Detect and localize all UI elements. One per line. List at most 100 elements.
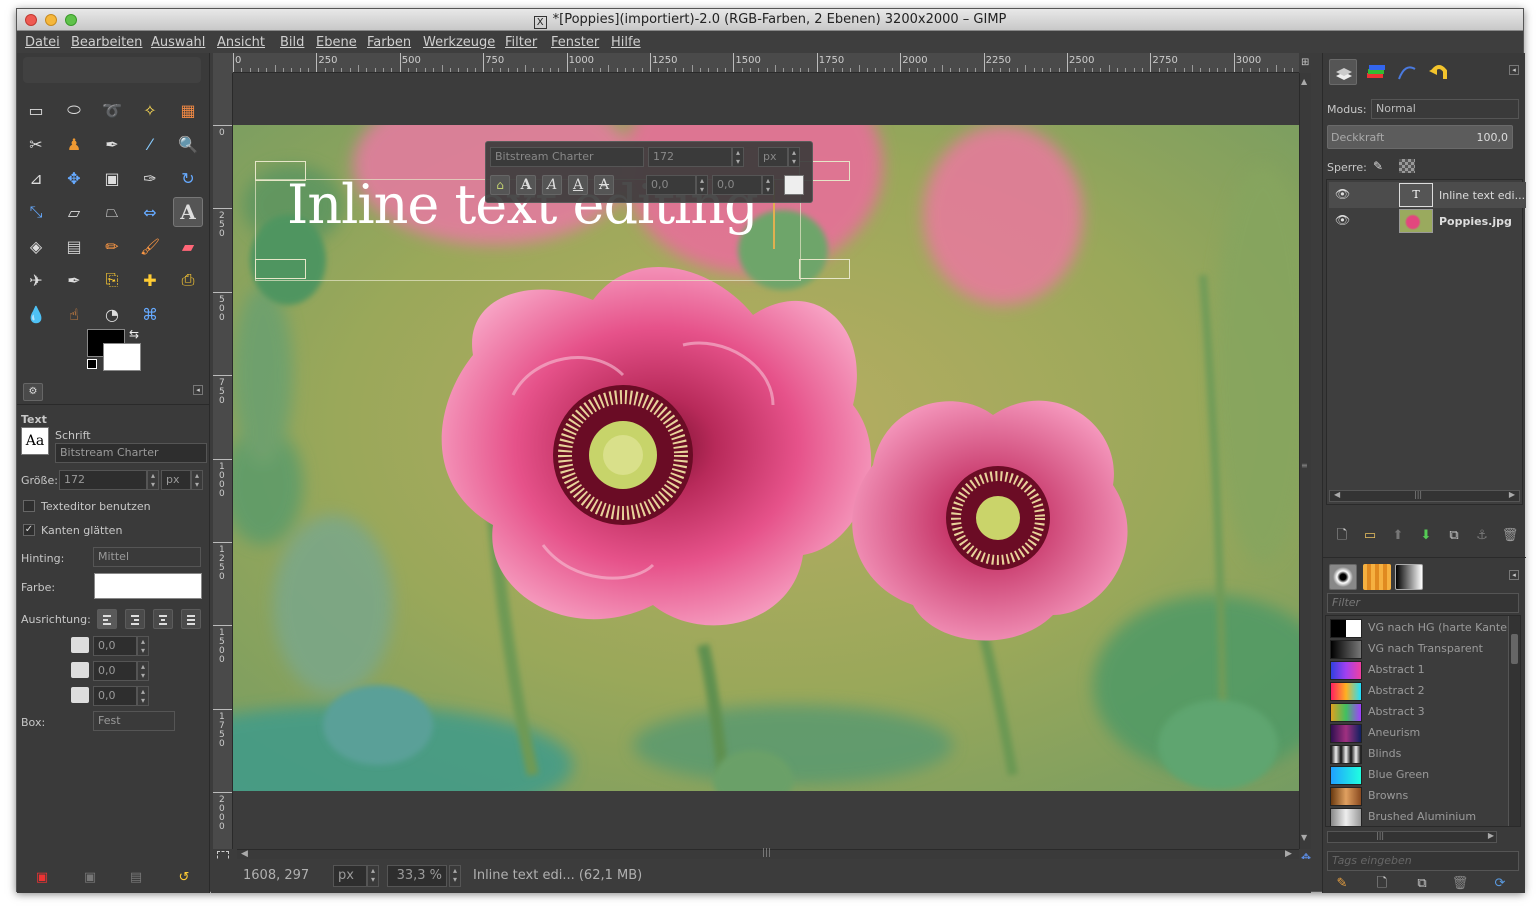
gradient-item[interactable]: Blue Green	[1330, 765, 1506, 786]
tool-foreground-select-icon[interactable]: ♟	[59, 129, 89, 159]
tool-select-by-color-icon[interactable]: ▦	[173, 95, 203, 125]
editor-unit-arrow[interactable]: ▴ ▾	[788, 147, 800, 167]
menu-datei[interactable]: Datei	[25, 35, 60, 50]
tool-eraser-icon[interactable]: ▰	[173, 231, 203, 261]
bold-button[interactable]: A	[516, 175, 536, 195]
tool-heal-icon[interactable]: ✚	[135, 265, 165, 295]
background-color-swatch[interactable]	[103, 343, 141, 371]
tool-options-tab-icon[interactable]: ⚙	[23, 383, 43, 401]
tool-smudge-icon[interactable]: ☝	[59, 299, 89, 329]
tool-clone-icon[interactable]: ⎘	[97, 265, 127, 295]
tool-move-icon[interactable]: ✥	[59, 163, 89, 193]
size-spinner[interactable]: ▴ ▾	[147, 470, 159, 490]
gradient-filter-field[interactable]: Filter	[1327, 593, 1519, 613]
size-unit-select[interactable]: px	[161, 470, 191, 490]
underline-button[interactable]: A	[568, 175, 588, 195]
strikethrough-button[interactable]: A	[594, 175, 614, 195]
menu-fenster[interactable]: Fenster	[551, 35, 599, 50]
tool-text-icon[interactable]: A	[173, 197, 203, 227]
font-preview-button[interactable]: Aa	[21, 427, 49, 455]
lock-alpha-icon[interactable]	[1399, 159, 1415, 173]
justify-center-button[interactable]	[153, 609, 173, 629]
unit-select-arrow[interactable]: ▴ ▾	[367, 865, 379, 887]
eye-icon[interactable]: 👁	[1335, 213, 1350, 227]
zoom-select-arrow[interactable]: ▴ ▾	[449, 865, 461, 887]
opacity-slider[interactable]: Deckkraft 100,0	[1327, 125, 1513, 149]
gradient-item[interactable]: Abstract 3	[1330, 702, 1506, 723]
new-layer-icon[interactable]: 🗋	[1333, 527, 1351, 545]
gradients-vscroll-thumb[interactable]	[1511, 634, 1518, 664]
text-box-handle-br[interactable]	[799, 259, 850, 279]
font-field[interactable]: Bitstream Charter	[55, 443, 207, 463]
use-editor-checkbox[interactable]	[23, 500, 35, 512]
baseline-spinner[interactable]: ▴ ▾	[696, 175, 708, 195]
letter-spacing-field[interactable]: 0,0	[93, 686, 137, 706]
tool-paintbrush-icon[interactable]: 🖌	[135, 231, 165, 261]
tool-perspective-clone-icon[interactable]: ⎙	[173, 265, 203, 295]
menu-hilfe[interactable]: Hilfe	[611, 35, 641, 50]
editor-size-field[interactable]: 172	[648, 147, 732, 167]
edit-gradient-icon[interactable]: ✎	[1333, 875, 1351, 893]
tool-scissors-icon[interactable]: ✂	[21, 129, 51, 159]
channels-tab-icon[interactable]	[1361, 59, 1389, 85]
gradient-item[interactable]: VG nach Transparent	[1330, 639, 1506, 660]
scroll-up-arrow[interactable]: ▲	[1301, 77, 1307, 86]
gradients-tab-icon[interactable]	[1395, 564, 1423, 590]
tool-dodge-burn-icon[interactable]: ◔	[97, 299, 127, 329]
editor-color-button[interactable]	[784, 175, 804, 195]
tool-free-select-icon[interactable]: ➰	[97, 95, 127, 125]
menu-werkzeuge[interactable]: Werkzeuge	[423, 35, 495, 50]
layers-tab-icon[interactable]	[1329, 59, 1357, 85]
horizontal-ruler[interactable]: 0 250 500 750 1000 1250 1500 1750 2000 2250 2500 27…	[233, 53, 1299, 73]
tool-ellipse-select-icon[interactable]: ⬭	[59, 95, 89, 125]
tool-ink-icon[interactable]: ✒	[59, 265, 89, 295]
tool-flip-icon[interactable]: ⇔	[135, 197, 165, 227]
text-box-handle-tl[interactable]	[255, 161, 306, 181]
tool-cage-icon[interactable]: ⌘	[135, 299, 165, 329]
zoom-select[interactable]: 33,3 %	[387, 865, 447, 887]
editor-size-spinner[interactable]: ▴ ▾	[732, 147, 744, 167]
undo-history-tab-icon[interactable]	[1425, 59, 1453, 85]
patterns-tab-icon[interactable]	[1363, 564, 1391, 590]
tool-convolve-icon[interactable]: 💧	[21, 299, 51, 329]
tool-rect-select-icon[interactable]: ▭	[21, 95, 51, 125]
default-colors-icon[interactable]	[87, 359, 97, 369]
menu-ebene[interactable]: Ebene	[316, 35, 357, 50]
text-box-handle-bl[interactable]	[255, 259, 306, 279]
eye-icon[interactable]: 👁	[1335, 187, 1350, 201]
text-color-button[interactable]	[94, 573, 202, 599]
editor-font-field[interactable]: Bitstream Charter	[490, 147, 644, 167]
delete-layer-icon[interactable]: 🗑	[1501, 527, 1519, 545]
reset-tool-options-icon[interactable]: ↺	[175, 869, 193, 887]
delete-gradient-icon[interactable]: 🗑	[1451, 875, 1469, 893]
gradient-item[interactable]: Abstract 2	[1330, 681, 1506, 702]
navigate-icon[interactable]: ⊞	[1301, 57, 1311, 69]
anchor-layer-icon[interactable]: ⚓	[1473, 527, 1491, 545]
justify-right-button[interactable]	[125, 609, 145, 629]
new-layer-group-icon[interactable]: ▭	[1361, 527, 1379, 545]
editor-unit-select[interactable]: px	[758, 147, 788, 167]
tool-fuzzy-select-icon[interactable]: ✧	[135, 95, 165, 125]
paths-tab-icon[interactable]	[1393, 59, 1421, 85]
gradient-item[interactable]: Blinds	[1330, 744, 1506, 765]
brushes-tab-icon[interactable]	[1329, 564, 1357, 590]
new-gradient-icon[interactable]: 🗋	[1373, 875, 1391, 893]
menu-bearbeiten[interactable]: Bearbeiten	[71, 35, 142, 50]
wilber-drop-area[interactable]	[23, 57, 201, 83]
menu-auswahl[interactable]: Auswahl	[151, 35, 205, 50]
antialias-checkbox[interactable]: ✓	[23, 524, 35, 536]
indent-field[interactable]: 0,0	[93, 636, 137, 656]
tool-zoom-icon[interactable]: 🔍	[173, 129, 203, 159]
tool-airbrush-icon[interactable]: ✈	[21, 265, 51, 295]
save-tool-preset-icon[interactable]: ▣	[33, 869, 51, 887]
layer-row-text[interactable]: 👁 T Inline text edi...	[1329, 182, 1526, 208]
scroll-down-arrow[interactable]: ▼	[1301, 833, 1307, 842]
gradients-dock-menu-icon[interactable]: ◂	[1509, 570, 1519, 580]
layers-hscroll[interactable]: ◀ ||| ▶	[1329, 490, 1520, 502]
layers-dock-menu-icon[interactable]: ◂	[1509, 65, 1519, 75]
tool-color-picker-icon[interactable]: ⁄	[135, 129, 165, 159]
line-spacing-field[interactable]: 0,0	[93, 661, 137, 681]
swap-colors-icon[interactable]: ⇆	[129, 327, 139, 341]
indent-spinner[interactable]: ▴ ▾	[137, 636, 149, 656]
tool-align-icon[interactable]: ▣	[97, 163, 127, 193]
